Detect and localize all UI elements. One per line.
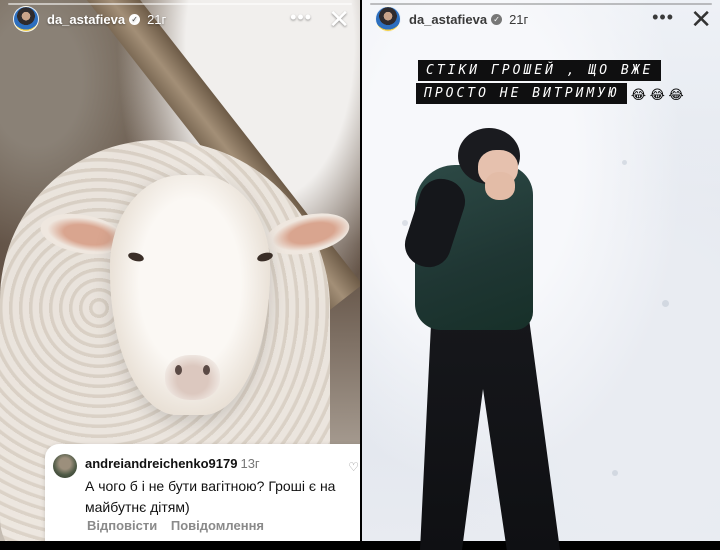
close-icon[interactable]: ✕ (690, 6, 712, 32)
caption-line-1: СТІКИ ГРОШЕЙ , ЩО ВЖЕ (418, 60, 662, 81)
story-header: da_astafieva ✓ 21г ••• ✕ (362, 4, 720, 34)
verified-badge-icon: ✓ (129, 13, 141, 25)
more-horizontal-icon[interactable]: ••• (290, 7, 312, 28)
story-time: 21г (509, 11, 529, 27)
reply-avatar[interactable] (53, 454, 77, 478)
avatar[interactable] (375, 6, 401, 32)
message-button[interactable]: Повідомлення (171, 518, 264, 533)
heart-icon[interactable]: ♡ (348, 460, 359, 474)
sheep-nostril (175, 365, 182, 375)
reply-username-row: andreiandreichenko9179 13г (85, 456, 260, 471)
story-header: da_astafieva ✓ 21г ••• ✕ (0, 4, 360, 34)
laughing-emoji-icon: 😂 😂 😂 (630, 86, 684, 102)
story-panel-left: da_astafieva ✓ 21г ••• ✕ andreiandreiche… (0, 0, 360, 541)
caption-line-2: ПРОСТО НЕ ВИТРИМУЮ (416, 83, 627, 104)
reply-card: andreiandreichenko9179 13г А чого б і не … (45, 444, 360, 541)
reply-username[interactable]: andreiandreichenko9179 (85, 456, 237, 471)
sheep-nostril (203, 365, 210, 375)
reply-text: А чого б і не бути вагітною? Гроші є на … (85, 478, 336, 515)
reply-actions: Відповісти Повідомлення (87, 518, 264, 533)
close-icon[interactable]: ✕ (328, 6, 350, 32)
story-username[interactable]: da_astafieva (409, 12, 487, 27)
sheep-muzzle (165, 355, 220, 400)
reply-time: 13г (240, 456, 260, 471)
story-username[interactable]: da_astafieva (47, 12, 125, 27)
more-horizontal-icon[interactable]: ••• (652, 7, 674, 28)
story-time: 21г (147, 11, 167, 27)
story-caption: СТІКИ ГРОШЕЙ , ЩО ВЖЕ ПРОСТО НЕ ВИТРИМУЮ… (416, 60, 696, 106)
avatar[interactable] (13, 6, 39, 32)
reply-button[interactable]: Відповісти (87, 518, 157, 533)
verified-badge-icon: ✓ (491, 13, 503, 25)
